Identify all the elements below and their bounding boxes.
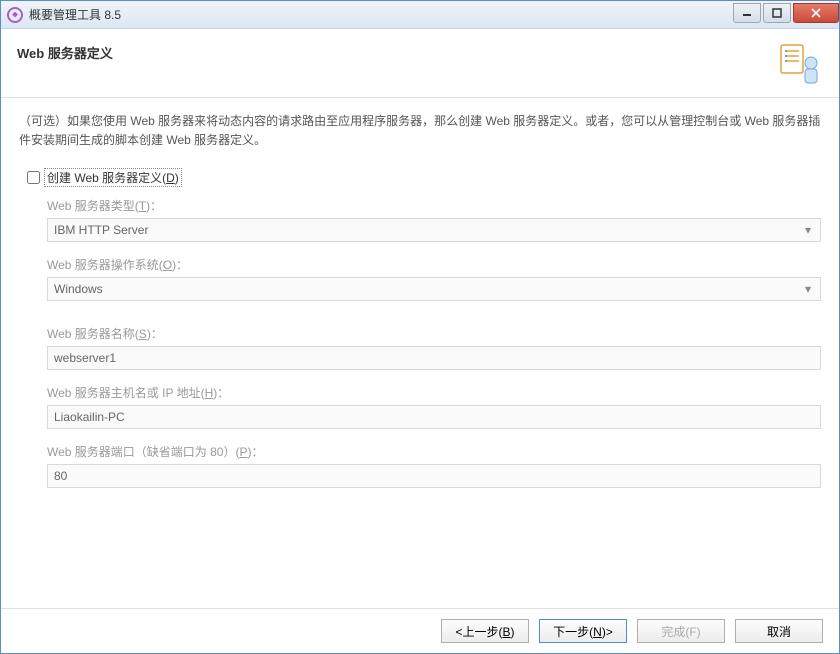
server-os-group: Web 服务器操作系统(O)： Windows ▾: [47, 256, 821, 301]
server-name-group: Web 服务器名称(S)：: [47, 325, 821, 370]
wizard-footer: <上一步(B) 下一步(N)> 完成(F) 取消: [1, 608, 839, 653]
server-name-input[interactable]: [47, 346, 821, 370]
window-controls: [731, 3, 839, 23]
maximize-icon: [772, 8, 782, 18]
server-os-value: Windows: [54, 282, 103, 296]
server-host-input[interactable]: [47, 405, 821, 429]
close-button[interactable]: [793, 3, 839, 23]
server-host-group: Web 服务器主机名或 IP 地址(H)：: [47, 384, 821, 429]
minimize-icon: [742, 8, 752, 18]
finish-button[interactable]: 完成(F): [637, 619, 725, 643]
create-definition-row: 创建 Web 服务器定义(D): [27, 168, 821, 187]
cancel-button[interactable]: 取消: [735, 619, 823, 643]
server-os-label: Web 服务器操作系统(O)：: [47, 256, 821, 273]
back-button[interactable]: <上一步(B): [441, 619, 529, 643]
server-type-select[interactable]: IBM HTTP Server ▾: [47, 218, 821, 242]
page-title: Web 服务器定义: [17, 41, 775, 62]
next-button[interactable]: 下一步(N)>: [539, 619, 627, 643]
wizard-content: （可选）如果您使用 Web 服务器来将动态内容的请求路由至应用程序服务器，那么创…: [1, 98, 839, 608]
server-port-input[interactable]: [47, 464, 821, 488]
server-type-label: Web 服务器类型(T)：: [47, 197, 821, 214]
server-port-group: Web 服务器端口（缺省端口为 80）(P)：: [47, 443, 821, 488]
create-definition-label[interactable]: 创建 Web 服务器定义(D): [44, 168, 182, 187]
server-name-label: Web 服务器名称(S)：: [47, 325, 821, 342]
wizard-header: Web 服务器定义: [1, 29, 839, 98]
minimize-button[interactable]: [733, 3, 761, 23]
chevron-down-icon: ▾: [800, 222, 816, 238]
server-type-group: Web 服务器类型(T)： IBM HTTP Server ▾: [47, 197, 821, 242]
maximize-button[interactable]: [763, 3, 791, 23]
app-window: 概要管理工具 8.5 Web 服务器定义: [0, 0, 840, 654]
page-description: （可选）如果您使用 Web 服务器来将动态内容的请求路由至应用程序服务器，那么创…: [19, 112, 821, 150]
window-title: 概要管理工具 8.5: [29, 6, 731, 23]
server-host-label: Web 服务器主机名或 IP 地址(H)：: [47, 384, 821, 401]
server-type-value: IBM HTTP Server: [54, 223, 148, 237]
close-icon: [810, 8, 822, 18]
app-icon: [7, 7, 23, 23]
titlebar: 概要管理工具 8.5: [1, 1, 839, 29]
server-os-select[interactable]: Windows ▾: [47, 277, 821, 301]
server-port-label: Web 服务器端口（缺省端口为 80）(P)：: [47, 443, 821, 460]
wizard-banner-icon: [775, 41, 823, 89]
create-definition-checkbox[interactable]: [27, 171, 40, 184]
chevron-down-icon: ▾: [800, 281, 816, 297]
